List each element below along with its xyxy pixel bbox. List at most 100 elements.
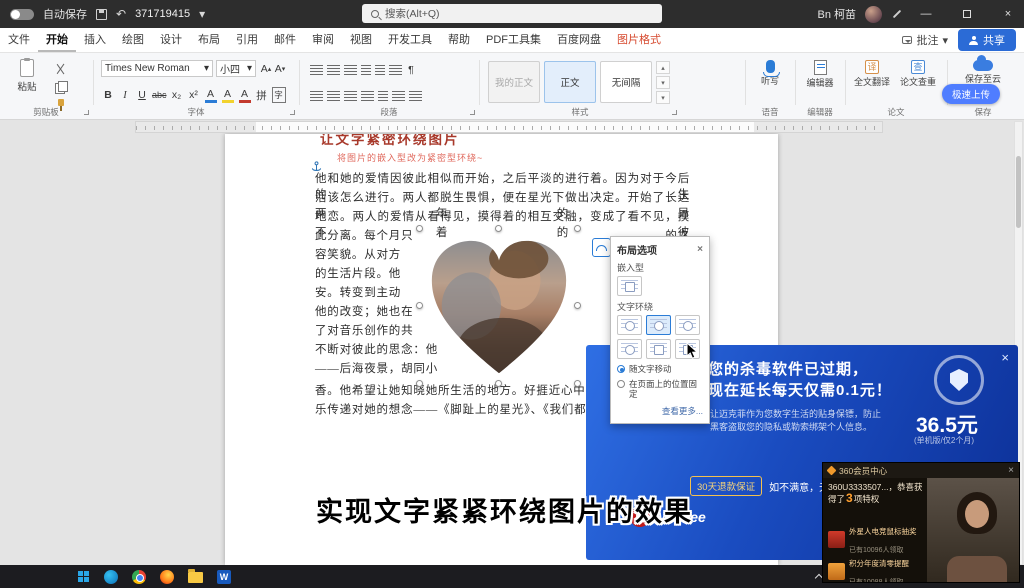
grow-font-button[interactable]: A ▴ <box>259 61 273 77</box>
close-button[interactable]: × <box>992 0 1024 28</box>
cut-button[interactable] <box>52 61 69 76</box>
styles-scroll-down-icon[interactable]: ▾ <box>656 76 670 89</box>
clipboard-dialog-launcher-icon[interactable] <box>84 110 89 115</box>
style-my-body[interactable]: 我的正文 <box>488 61 540 103</box>
styles-dialog-launcher-icon[interactable] <box>672 110 677 115</box>
avatar[interactable] <box>865 5 882 23</box>
copy-button[interactable] <box>52 79 69 94</box>
font-name-select[interactable]: Times New Roman ▾ <box>101 60 213 77</box>
sort-icon[interactable] <box>389 65 402 75</box>
justify-icon[interactable] <box>361 91 374 101</box>
layout-panel-close-icon[interactable]: × <box>697 244 703 255</box>
tab-developer[interactable]: 开发工具 <box>380 28 440 52</box>
autosave-toggle[interactable] <box>10 8 34 20</box>
wrap-through-option[interactable] <box>675 315 700 335</box>
bullets-icon[interactable] <box>310 65 323 75</box>
font-color-button[interactable]: A <box>238 87 252 103</box>
increase-indent-icon[interactable] <box>375 65 385 75</box>
wrap-inline-option[interactable] <box>617 276 642 296</box>
tab-file[interactable]: 文件 <box>0 28 38 52</box>
multilevel-list-icon[interactable] <box>344 65 357 75</box>
underline-button[interactable]: U <box>135 87 149 103</box>
show-marks-button[interactable]: ¶ <box>404 62 418 78</box>
wrap-tight-option[interactable] <box>646 315 671 335</box>
popup-360-item[interactable]: 外星人电竞鼠标抽奖 已有10096人领取 <box>828 521 926 557</box>
wrap-behind-text-option[interactable] <box>646 339 671 359</box>
resize-handle-ne[interactable] <box>574 225 581 232</box>
comments-button[interactable]: 批注 ▾ <box>902 32 948 48</box>
minimize-button[interactable]: — <box>910 0 942 28</box>
mcafee-close-icon[interactable]: × <box>1001 350 1009 365</box>
share-button[interactable]: 共享 <box>958 29 1016 51</box>
shading-icon[interactable] <box>392 91 405 101</box>
tab-draw[interactable]: 绘图 <box>114 28 152 52</box>
tab-review[interactable]: 审阅 <box>304 28 342 52</box>
style-no-spacing[interactable]: 无间隔 <box>600 61 652 103</box>
firefox-icon[interactable] <box>160 569 174 584</box>
borders-icon[interactable] <box>409 91 422 101</box>
numbering-icon[interactable] <box>327 65 340 75</box>
resize-handle-sw[interactable] <box>416 380 423 387</box>
enclose-character-button[interactable]: 字 <box>271 87 286 103</box>
text-effects-button[interactable]: A <box>204 87 218 103</box>
popup-360-item[interactable]: 积分年度清零提醒 已有10088人领取 <box>828 553 926 582</box>
undo-icon[interactable]: ↶ <box>116 7 126 21</box>
wrap-top-bottom-option[interactable] <box>617 339 642 359</box>
dictate-button[interactable]: 听写 <box>752 60 788 86</box>
styles-scroll-up-icon[interactable]: ▴ <box>656 61 670 74</box>
resize-handle-nw[interactable] <box>416 225 423 232</box>
resize-handle-w[interactable] <box>416 302 423 309</box>
file-explorer-icon[interactable] <box>188 569 203 583</box>
phonetic-guide-button[interactable]: 拼 <box>255 87 269 103</box>
paragraph-dialog-launcher-icon[interactable] <box>470 110 475 115</box>
edge-icon[interactable] <box>104 569 118 584</box>
fix-position-radio[interactable]: 在页面上的位置固定 <box>617 379 703 399</box>
layout-options-button[interactable] <box>592 238 611 257</box>
save-cloud-button[interactable]: 保存至云 <box>962 55 1004 84</box>
highlight-color-button[interactable]: A <box>221 87 235 103</box>
move-with-text-radio[interactable]: 随文字移动 <box>617 364 703 374</box>
heart-image[interactable] <box>420 228 578 384</box>
strikethrough-button[interactable]: abc <box>152 87 167 103</box>
resize-handle-s[interactable] <box>495 380 502 387</box>
fast-upload-button[interactable]: 极速上传 <box>942 84 1001 104</box>
tab-help[interactable]: 帮助 <box>440 28 478 52</box>
search-input[interactable]: 搜索(Alt+Q) <box>362 4 662 23</box>
tab-insert[interactable]: 插入 <box>76 28 114 52</box>
popup-360-close-icon[interactable]: × <box>1008 465 1014 476</box>
resize-handle-e[interactable] <box>574 302 581 309</box>
decrease-indent-icon[interactable] <box>361 65 371 75</box>
wrap-square-option[interactable] <box>617 315 642 335</box>
pen-icon[interactable] <box>891 9 901 19</box>
shrink-font-button[interactable]: A ▾ <box>273 61 287 77</box>
resize-handle-n[interactable] <box>495 225 502 232</box>
font-dialog-launcher-icon[interactable] <box>290 110 295 115</box>
subscript-button[interactable]: x₂ <box>170 87 184 103</box>
editor-button[interactable]: 编辑器 <box>802 60 838 88</box>
tab-home[interactable]: 开始 <box>38 28 76 52</box>
tab-design[interactable]: 设计 <box>152 28 190 52</box>
scrollbar-thumb[interactable] <box>1016 156 1021 228</box>
translate-button[interactable]: 译 全文翻译 <box>852 60 892 87</box>
tab-pdf-tools[interactable]: PDF工具集 <box>478 28 549 52</box>
chrome-icon[interactable] <box>132 569 146 584</box>
resize-handle-se[interactable] <box>574 380 581 387</box>
paper-check-button[interactable]: 查 论文查重 <box>898 60 938 87</box>
font-size-select[interactable]: 小四 ▾ <box>216 60 256 77</box>
start-button[interactable] <box>78 570 90 583</box>
bold-button[interactable]: B <box>101 87 115 103</box>
maximize-button[interactable] <box>951 0 983 28</box>
styles-more-icon[interactable]: ▾ <box>656 91 670 104</box>
superscript-button[interactable]: x² <box>187 87 201 103</box>
align-right-icon[interactable] <box>344 91 357 101</box>
doc-title-chevron-icon[interactable]: ▾ <box>199 7 205 21</box>
tab-baidu-pan[interactable]: 百度网盘 <box>549 28 609 52</box>
italic-button[interactable]: I <box>118 87 132 103</box>
align-left-icon[interactable] <box>310 91 323 101</box>
tab-view[interactable]: 视图 <box>342 28 380 52</box>
save-icon[interactable] <box>96 8 107 20</box>
tab-picture-format[interactable]: 图片格式 <box>609 28 669 52</box>
horizontal-ruler[interactable] <box>135 121 883 133</box>
tab-layout[interactable]: 布局 <box>190 28 228 52</box>
see-more-link[interactable]: 查看更多... <box>617 405 703 417</box>
